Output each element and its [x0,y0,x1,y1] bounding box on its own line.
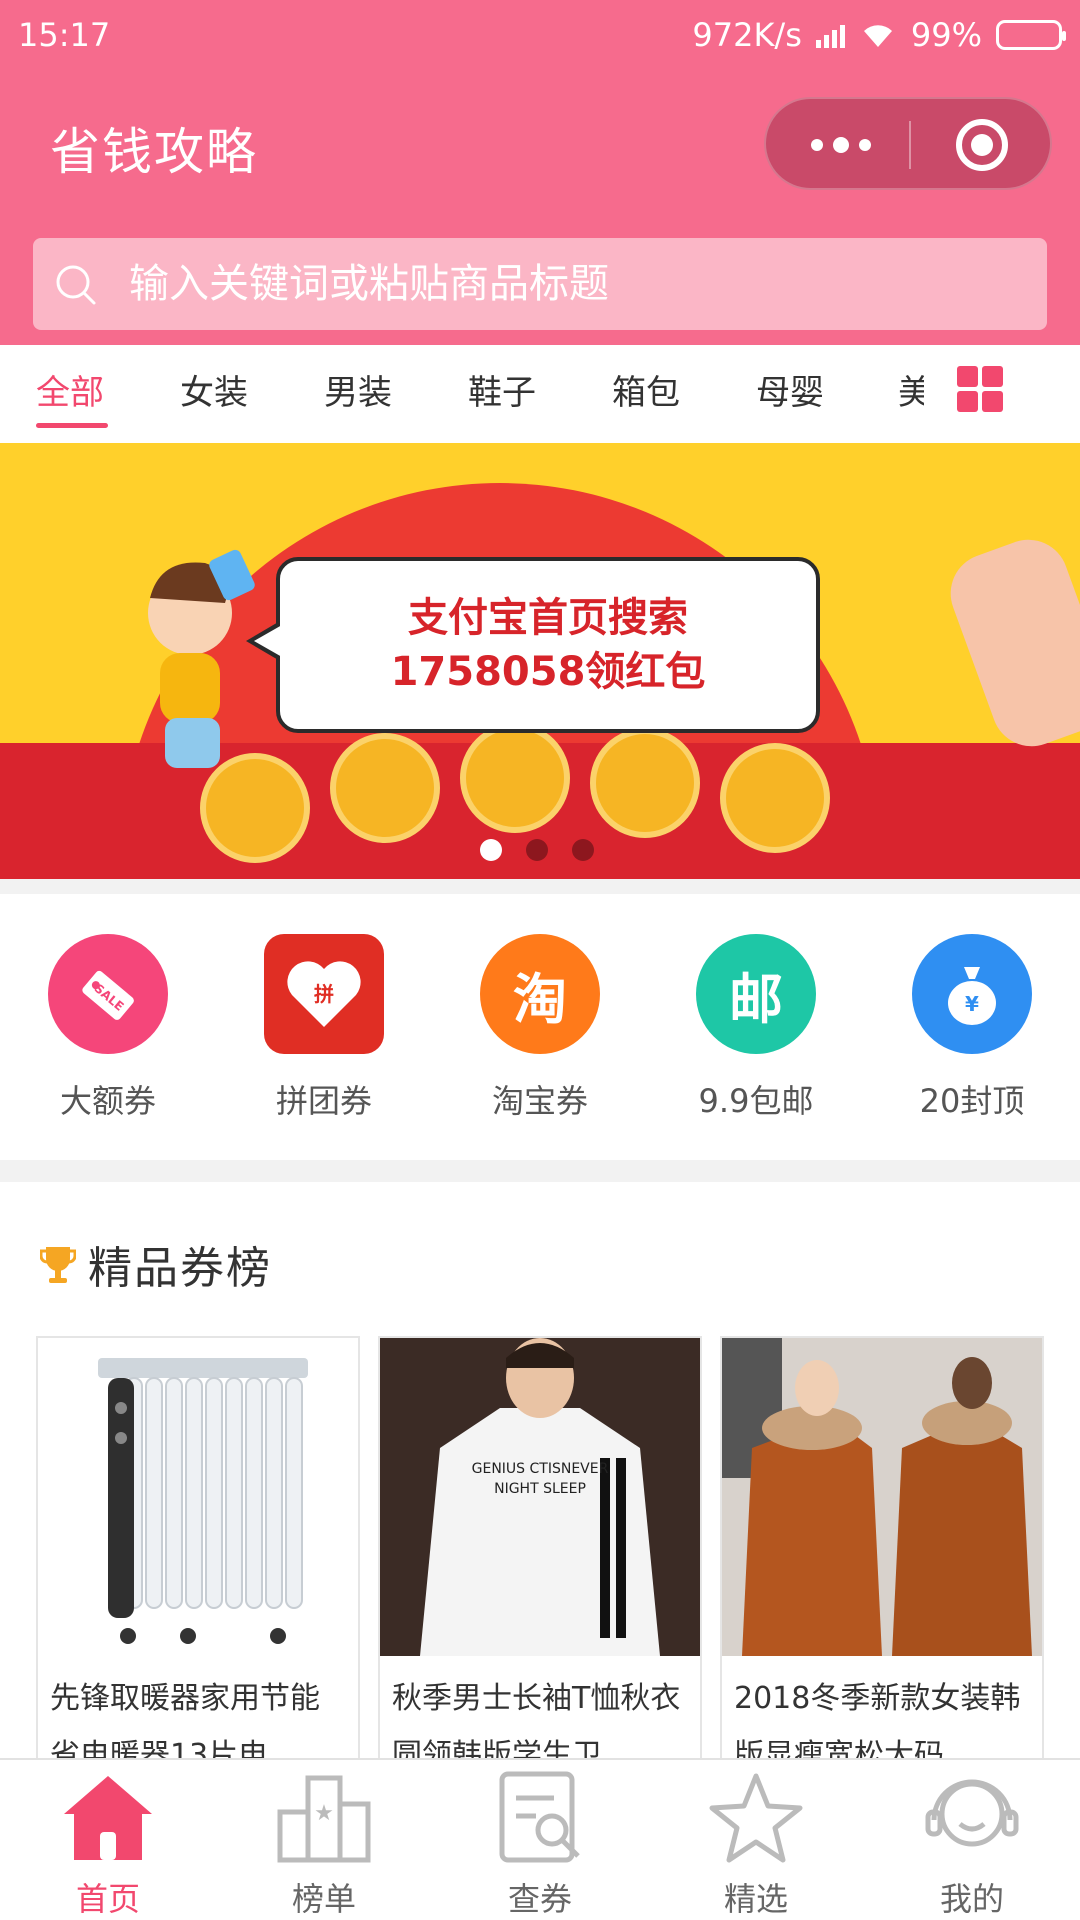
active-tab-indicator [36,423,108,428]
product-card[interactable]: GENIUS CTISNEVER NIGHT SLEEP 秋季男士长袖T恤秋衣圆… [378,1336,702,1776]
entry-free-shipping[interactable]: 邮 9.9包邮 [656,934,856,1122]
svg-text:GENIUS CTISNEVER: GENIUS CTISNEVER [472,1461,609,1477]
battery-level: 99% [910,16,982,54]
svg-text:拼: 拼 [314,982,334,1006]
nav-label: 榜单 [291,1880,356,1918]
status-indicators: 972K/s 99% [692,16,1066,54]
target-close-icon[interactable] [956,119,1008,171]
trophy-icon [40,1247,76,1283]
nav-label: 我的 [939,1880,1004,1918]
signal-icon [815,22,845,48]
category-grid-icon[interactable] [957,366,1003,412]
entry-label: 大额券 [59,1082,156,1120]
entry-label: 淘宝券 [491,1082,588,1120]
hand-icon [939,528,1080,758]
carousel-dot[interactable] [480,839,502,861]
coin-icon [590,728,700,838]
featured-coupons-section: 精品券榜 先锋取暖器家用节能省电暖器13片电 GENIUS CTISNEVER … [0,1182,1080,1776]
search-icon [56,265,96,305]
entry-label: 拼团券 [275,1082,372,1120]
status-bar: 15:17 972K/s 99% [0,0,1080,72]
status-time: 15:17 [18,16,111,54]
entry-label: 9.9包邮 [698,1082,814,1120]
banner-speech-bubble: 支付宝首页搜索 1758058领红包 [246,557,820,733]
home-icon [64,1776,152,1860]
nav-ranking[interactable]: ★ 榜单 [216,1768,432,1918]
tab-bags[interactable]: 箱包 [612,365,680,425]
nav-selected[interactable]: 精选 [648,1768,864,1918]
tab-shoes[interactable]: 鞋子 [468,365,536,425]
womens-coat-photo [722,1338,1042,1656]
nav-mine[interactable]: 我的 [864,1768,1080,1918]
mens-tshirt-photo: GENIUS CTISNEVER NIGHT SLEEP [380,1338,700,1656]
section-title: 精品券榜 [88,1243,272,1294]
carousel-indicator [480,839,594,861]
search-bar[interactable] [33,238,1047,330]
entry-capped-20[interactable]: ¥ 20封顶 [872,934,1072,1122]
mini-program-capsule [764,97,1052,190]
cartoon-kid-icon [148,549,255,768]
product-card[interactable]: 先锋取暖器家用节能省电暖器13片电 [36,1336,360,1776]
tab-mens[interactable]: 男装 [324,365,392,425]
banner-line-2: 1758058领红包 [390,649,706,695]
category-tabs: 全部 女装 男装 鞋子 箱包 母婴 美 [0,345,1080,443]
capsule-divider [909,121,911,169]
carousel-dot[interactable] [526,839,548,861]
user-icon [925,1779,1019,1847]
svg-text:NIGHT SLEEP: NIGHT SLEEP [494,1481,586,1497]
nav-label: 首页 [75,1880,140,1918]
sale-tag-icon: SALE [48,934,168,1054]
pinduoduo-heart-icon: 拼 [264,934,384,1054]
app-title: 省钱攻略 [50,123,258,181]
carousel-dot[interactable] [572,839,594,861]
mail-icon: 邮 [696,934,816,1054]
coin-icon [460,723,570,833]
coin-icon [720,743,830,853]
nav-label: 查券 [507,1880,572,1918]
header: 15:17 972K/s 99% 省钱攻略 [0,0,1080,345]
svg-text:★: ★ [314,1801,334,1826]
ranking-icon: ★ [277,1775,371,1863]
nav-home[interactable]: 首页 [0,1768,216,1918]
section-header: 精品券榜 [40,1232,272,1296]
money-bag-icon: ¥ [912,934,1032,1054]
search-input[interactable] [129,238,1009,330]
nav-label: 精选 [723,1880,788,1918]
oil-heater-photo [38,1338,358,1656]
bottom-nav: 首页 ★ 榜单 查券 精选 我的 [0,1758,1080,1920]
coin-icon [330,733,440,843]
nav-search-coupon[interactable]: 查券 [432,1768,648,1918]
taobao-icon: 淘 [480,934,600,1054]
entry-group-coupon[interactable]: 拼 拼团券 [224,934,424,1122]
entry-taobao-coupon[interactable]: 淘 淘宝券 [440,934,640,1122]
tab-womens[interactable]: 女装 [180,365,248,425]
network-speed: 972K/s [692,16,802,54]
product-card[interactable]: 2018冬季新款女装韩版显瘦宽松大码 [720,1336,1044,1776]
tab-all[interactable]: 全部 [36,365,104,425]
battery-icon [996,20,1066,50]
svg-text:¥: ¥ [965,992,979,1016]
tab-clipped[interactable]: 美 [898,365,924,425]
search-coupon-icon [499,1771,580,1863]
quick-entries: SALE 大额券 拼 拼团券 淘 淘宝券 邮 9.9包邮 ¥ 20封顶 [0,894,1080,1160]
tab-baby[interactable]: 母婴 [756,365,824,425]
star-icon [709,1773,803,1863]
wifi-icon [863,25,892,47]
promo-banner[interactable]: 支付宝首页搜索 1758058领红包 [0,443,1080,879]
more-dots-icon[interactable] [806,129,876,161]
banner-line-1: 支付宝首页搜索 [408,595,688,641]
entry-big-coupon[interactable]: SALE 大额券 [8,934,208,1122]
entry-label: 20封顶 [919,1082,1025,1120]
